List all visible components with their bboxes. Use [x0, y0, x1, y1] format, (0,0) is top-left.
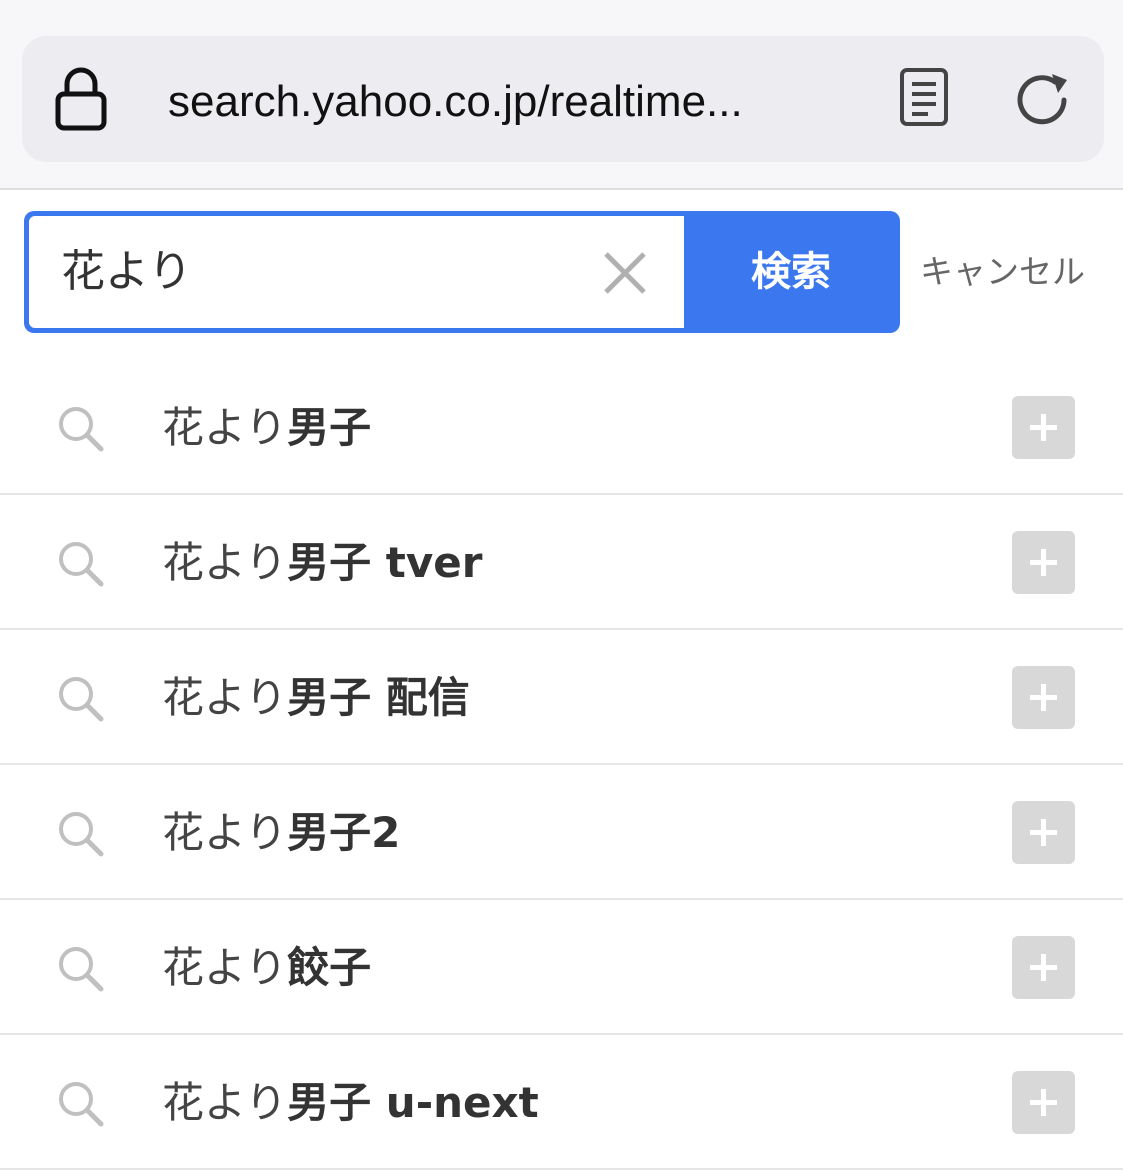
- add-to-query-button[interactable]: [1012, 396, 1075, 459]
- clear-icon[interactable]: [598, 246, 652, 300]
- suggestion-list: 花より男子 花より男子 tver 花より男子 配信 花より男子2 花より餃子 花…: [0, 360, 1123, 1170]
- suggestion-prefix: 花より: [162, 1078, 288, 1127]
- search-icon: [59, 1082, 104, 1127]
- plus-icon: [1030, 954, 1057, 981]
- suggestion-prefix: 花より: [162, 943, 288, 992]
- add-to-query-button[interactable]: [1012, 666, 1075, 729]
- suggestion-suffix: 男子 tver: [287, 538, 483, 587]
- suggestion-text: 花より餃子: [162, 940, 371, 996]
- suggestion-prefix: 花より: [162, 808, 288, 857]
- suggestion-text: 花より男子 配信: [162, 670, 470, 726]
- suggestion-item[interactable]: 花より餃子: [0, 900, 1123, 1035]
- plus-icon: [1030, 549, 1057, 576]
- suggestion-suffix: 男子: [287, 403, 372, 452]
- suggestion-suffix: 男子 配信: [287, 673, 470, 722]
- suggestion-text: 花より男子2: [162, 805, 400, 861]
- search-input[interactable]: 花より: [29, 216, 684, 328]
- url-text[interactable]: search.yahoo.co.jp/realtime...: [168, 74, 848, 130]
- suggestion-suffix: 餃子: [287, 943, 372, 992]
- plus-icon: [1030, 819, 1057, 846]
- cancel-button[interactable]: キャンセル: [920, 246, 1110, 298]
- suggestion-item[interactable]: 花より男子: [0, 360, 1123, 495]
- search-icon: [59, 677, 104, 722]
- add-to-query-button[interactable]: [1012, 531, 1075, 594]
- suggestion-item[interactable]: 花より男子 配信: [0, 630, 1123, 765]
- search-button[interactable]: 検索: [686, 216, 896, 328]
- suggestion-text: 花より男子 tver: [162, 535, 482, 591]
- suggestion-text: 花より男子: [162, 400, 371, 456]
- suggestion-prefix: 花より: [162, 673, 288, 722]
- reader-mode-icon[interactable]: [898, 66, 950, 128]
- search-icon: [59, 947, 104, 992]
- suggestion-suffix: 男子2: [287, 808, 401, 857]
- suggestion-item[interactable]: 花より男子2: [0, 765, 1123, 900]
- suggestion-suffix: 男子 u-next: [287, 1078, 539, 1127]
- reload-icon[interactable]: [1012, 70, 1074, 130]
- search-icon: [59, 812, 104, 857]
- lock-icon: [55, 67, 107, 131]
- add-to-query-button[interactable]: [1012, 936, 1075, 999]
- suggestion-prefix: 花より: [162, 538, 288, 587]
- search-icon: [59, 542, 104, 587]
- suggestion-item[interactable]: 花より男子 tver: [0, 495, 1123, 630]
- add-to-query-button[interactable]: [1012, 801, 1075, 864]
- suggestion-prefix: 花より: [162, 403, 288, 452]
- search-icon: [59, 407, 104, 452]
- suggestion-text: 花より男子 u-next: [162, 1075, 539, 1131]
- plus-icon: [1030, 684, 1057, 711]
- plus-icon: [1030, 414, 1057, 441]
- add-to-query-button[interactable]: [1012, 1071, 1075, 1134]
- plus-icon: [1030, 1089, 1057, 1116]
- suggestion-item[interactable]: 花より男子 u-next: [0, 1035, 1123, 1170]
